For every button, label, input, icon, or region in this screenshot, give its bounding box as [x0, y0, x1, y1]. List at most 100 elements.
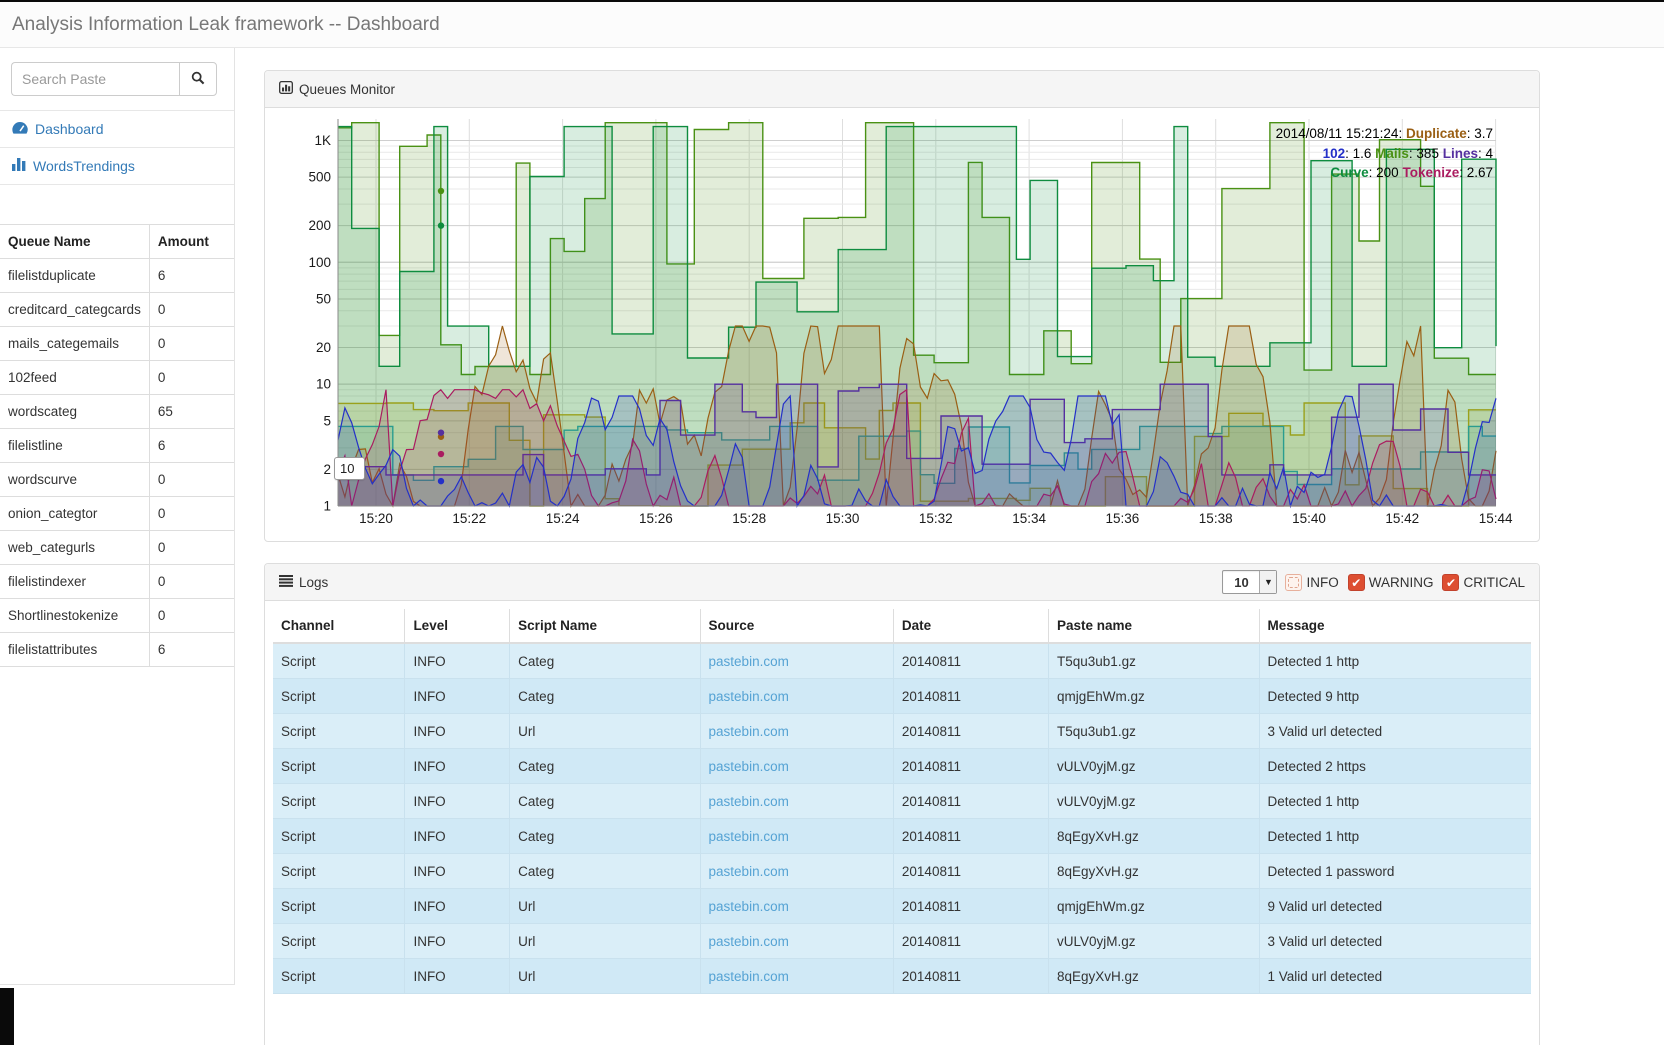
queue-amount: 0: [149, 463, 234, 497]
sidebar: Dashboard WordsTrendings: [0, 48, 235, 985]
bar-chart-icon: [12, 158, 26, 174]
queue-row: creditcard_categcards0: [0, 293, 234, 327]
sidebar-item-wordstrendings[interactable]: WordsTrendings: [0, 148, 234, 185]
log-level: INFO: [405, 959, 510, 994]
logs-panel: Logs 10 ▼ INFOWARNINGCRITICAL ChannelLev…: [264, 563, 1540, 1045]
logs-table-container: ChannelLevelScript NameSourceDatePaste n…: [265, 601, 1539, 1002]
unchecked-checkbox-icon[interactable]: [1285, 574, 1302, 591]
queue-amount: 0: [149, 293, 234, 327]
queues-panel-header: Queues Monitor: [265, 71, 1539, 108]
chart-legend-row: Curve: 200 Tokenize: 2.67: [1276, 163, 1493, 183]
queues-panel-title: Queues Monitor: [299, 82, 395, 97]
queue-name: filelistindexer: [0, 565, 149, 599]
queue-table: Queue Name Amount filelistduplicate6cred…: [0, 224, 234, 667]
queue-row: filelistduplicate6: [0, 259, 234, 293]
checked-checkbox-icon[interactable]: [1348, 574, 1365, 591]
chart-legend-row: 102: 1.6 Mails: 385 Lines: 4: [1276, 144, 1493, 164]
log-channel: Script: [273, 679, 405, 714]
log-source: pastebin.com: [700, 924, 893, 959]
page-title: Analysis Information Leak framework -- D…: [0, 2, 440, 47]
source-link[interactable]: pastebin.com: [709, 654, 789, 669]
source-link[interactable]: pastebin.com: [709, 934, 789, 949]
log-script-name: Categ: [510, 854, 700, 889]
queue-row: web_categurls0: [0, 531, 234, 565]
queue-name: Shortlinestokenize: [0, 599, 149, 633]
log-script-name: Categ: [510, 749, 700, 784]
log-level: INFO: [405, 784, 510, 819]
svg-text:100: 100: [308, 255, 331, 270]
svg-text:15:26: 15:26: [639, 511, 673, 526]
queue-amount: 6: [149, 259, 234, 293]
log-message: 3 Valid url detected: [1259, 714, 1531, 749]
log-channel: Script: [273, 959, 405, 994]
log-source: pastebin.com: [700, 854, 893, 889]
queue-amount: 0: [149, 497, 234, 531]
queue-amount: 0: [149, 599, 234, 633]
checked-checkbox-icon[interactable]: [1442, 574, 1459, 591]
svg-text:15:22: 15:22: [452, 511, 486, 526]
sidebar-item-label: Dashboard: [35, 121, 104, 137]
filter-checkbox-critical[interactable]: CRITICAL: [1442, 574, 1525, 591]
log-row: ScriptINFOUrlpastebin.com20140811qmjgEhW…: [273, 889, 1531, 924]
filter-checkbox-info[interactable]: INFO: [1285, 574, 1338, 591]
sidebar-item-dashboard[interactable]: Dashboard: [0, 111, 234, 148]
roll-period-input[interactable]: [334, 457, 365, 480]
dashboard-icon: [12, 121, 28, 137]
source-link[interactable]: pastebin.com: [709, 829, 789, 844]
queue-name: web_categurls: [0, 531, 149, 565]
logs-panel-header: Logs 10 ▼ INFOWARNINGCRITICAL: [265, 564, 1539, 601]
log-source: pastebin.com: [700, 679, 893, 714]
logs-header-cell: Paste name: [1049, 609, 1260, 643]
chart-legend: 2014/08/11 15:21:24: Duplicate: 3.7102: …: [1276, 124, 1493, 183]
log-paste-name: T5qu3ub1.gz: [1049, 643, 1260, 679]
log-row: ScriptINFOCategpastebin.com201408118qEgy…: [273, 819, 1531, 854]
page-size-select[interactable]: 10 ▼: [1222, 570, 1277, 594]
logs-header-cell: Channel: [273, 609, 405, 643]
svg-text:15:24: 15:24: [546, 511, 580, 526]
queue-amount: 6: [149, 633, 234, 667]
log-date: 20140811: [893, 889, 1048, 924]
queue-row: Shortlinestokenize0: [0, 599, 234, 633]
queue-row: wordscurve0: [0, 463, 234, 497]
queue-row: wordscateg65: [0, 395, 234, 429]
source-link[interactable]: pastebin.com: [709, 899, 789, 914]
source-link[interactable]: pastebin.com: [709, 759, 789, 774]
filter-label: CRITICAL: [1463, 575, 1525, 590]
log-channel: Script: [273, 643, 405, 679]
source-link[interactable]: pastebin.com: [709, 969, 789, 984]
logs-header-cell: Date: [893, 609, 1048, 643]
log-message: 1 Valid url detected: [1259, 959, 1531, 994]
filter-label: WARNING: [1369, 575, 1434, 590]
queue-row: mails_categemails0: [0, 327, 234, 361]
chart-legend-row: 2014/08/11 15:21:24: Duplicate: 3.7: [1276, 124, 1493, 144]
source-link[interactable]: pastebin.com: [709, 864, 789, 879]
logs-header-cell: Source: [700, 609, 893, 643]
log-source: pastebin.com: [700, 819, 893, 854]
log-level: INFO: [405, 854, 510, 889]
source-link[interactable]: pastebin.com: [709, 724, 789, 739]
legend-series-name: Mails: [1375, 146, 1409, 161]
sidebar-nav: Dashboard WordsTrendings: [0, 110, 234, 185]
queue-row: 102feed0: [0, 361, 234, 395]
log-channel: Script: [273, 924, 405, 959]
queue-name: 102feed: [0, 361, 149, 395]
log-paste-name: vULV0yjM.gz: [1049, 924, 1260, 959]
svg-text:200: 200: [308, 218, 331, 233]
search-input[interactable]: [11, 62, 179, 96]
search-group: [11, 62, 217, 96]
log-date: 20140811: [893, 854, 1048, 889]
svg-text:2: 2: [323, 462, 331, 477]
log-date: 20140811: [893, 959, 1048, 994]
window-corner-block: [0, 988, 14, 1045]
source-link[interactable]: pastebin.com: [709, 689, 789, 704]
navbar: Analysis Information Leak framework -- D…: [0, 2, 1664, 48]
source-link[interactable]: pastebin.com: [709, 794, 789, 809]
filter-checkbox-warning[interactable]: WARNING: [1348, 574, 1434, 591]
log-source: pastebin.com: [700, 714, 893, 749]
log-date: 20140811: [893, 643, 1048, 679]
search-button[interactable]: [179, 62, 217, 96]
chevron-down-icon: ▼: [1259, 571, 1276, 593]
queue-amount: 0: [149, 565, 234, 599]
queue-name: wordscateg: [0, 395, 149, 429]
log-channel: Script: [273, 819, 405, 854]
